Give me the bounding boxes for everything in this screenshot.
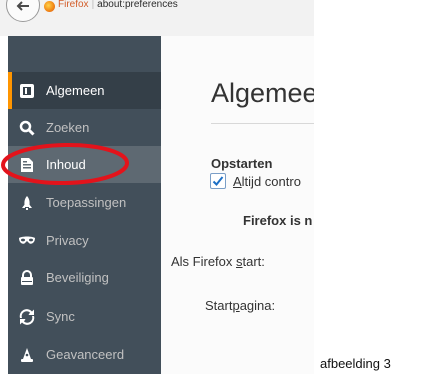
always-check-default-label[interactable]: Altijd contro xyxy=(233,174,301,189)
sidebar-item-label: Geavanceerd xyxy=(46,347,125,362)
always-check-default-checkbox[interactable] xyxy=(210,173,226,189)
label-part: agina: xyxy=(239,298,276,313)
sidebar-item-sync[interactable]: Sync xyxy=(8,298,161,335)
sidebar-item-zoeken[interactable]: Zoeken xyxy=(8,109,161,146)
search-icon xyxy=(18,119,36,137)
sidebar-item-privacy[interactable]: Privacy xyxy=(8,222,161,259)
access-key: p xyxy=(232,298,240,313)
checkmark-icon xyxy=(212,176,224,186)
url-path: about:preferences xyxy=(97,0,178,10)
sidebar-item-beveiliging[interactable]: Beveiliging xyxy=(8,259,161,296)
homepage-label: Startpagina: xyxy=(205,298,275,313)
sidebar-item-label: Inhoud xyxy=(46,157,86,172)
sidebar-item-label: Privacy xyxy=(46,233,89,248)
divider xyxy=(211,123,314,124)
general-icon xyxy=(18,82,36,100)
when-firefox-starts-label: Als Firefox start: xyxy=(171,254,265,269)
default-browser-note: Firefox is n xyxy=(243,213,313,228)
sidebar-item-label: Sync xyxy=(46,309,75,324)
label-part: Start xyxy=(205,298,233,313)
sidebar-item-inhoud[interactable]: Inhoud xyxy=(8,146,161,183)
wizard-icon xyxy=(18,346,36,364)
back-arrow-icon xyxy=(16,1,29,11)
label-part: tart: xyxy=(242,254,265,269)
image-caption: afbeelding 3 xyxy=(320,356,391,371)
section-title-opstarten: Opstarten xyxy=(211,156,273,171)
page-title: Algemee xyxy=(211,78,314,108)
access-key: A xyxy=(233,174,242,189)
sidebar-item-geavanceerd[interactable]: Geavanceerd xyxy=(8,336,161,373)
sidebar-item-label: Zoeken xyxy=(46,120,90,135)
url-separator: | xyxy=(91,0,95,10)
firefox-logo-icon xyxy=(44,1,55,12)
sidebar-item-label: Algemeen xyxy=(46,83,105,98)
lock-icon xyxy=(18,269,36,287)
sidebar-item-label: Beveiliging xyxy=(46,270,109,285)
back-button[interactable] xyxy=(6,0,40,22)
url-brand: Firefox xyxy=(58,0,89,10)
sync-icon xyxy=(18,308,36,326)
sidebar-item-label: Toepassingen xyxy=(46,195,127,210)
document-icon xyxy=(18,156,36,174)
rocket-icon xyxy=(18,194,36,212)
label-part: Als Firefox xyxy=(171,254,237,269)
preferences-content: Algemee Opstarten Altijd contro Firefox … xyxy=(161,36,314,374)
url-bar[interactable]: Firefox | about:preferences xyxy=(0,0,314,36)
url-text[interactable]: Firefox | about:preferences xyxy=(58,0,178,11)
sidebar-item-algemeen[interactable]: Algemeen xyxy=(8,72,161,109)
label-rest: ltijd contro xyxy=(241,174,301,189)
sidebar-item-toepassingen[interactable]: Toepassingen xyxy=(8,184,161,221)
mask-icon xyxy=(18,232,36,250)
preferences-sidebar: Algemeen Zoeken Inhoud Toepassingen Priv… xyxy=(8,36,161,374)
